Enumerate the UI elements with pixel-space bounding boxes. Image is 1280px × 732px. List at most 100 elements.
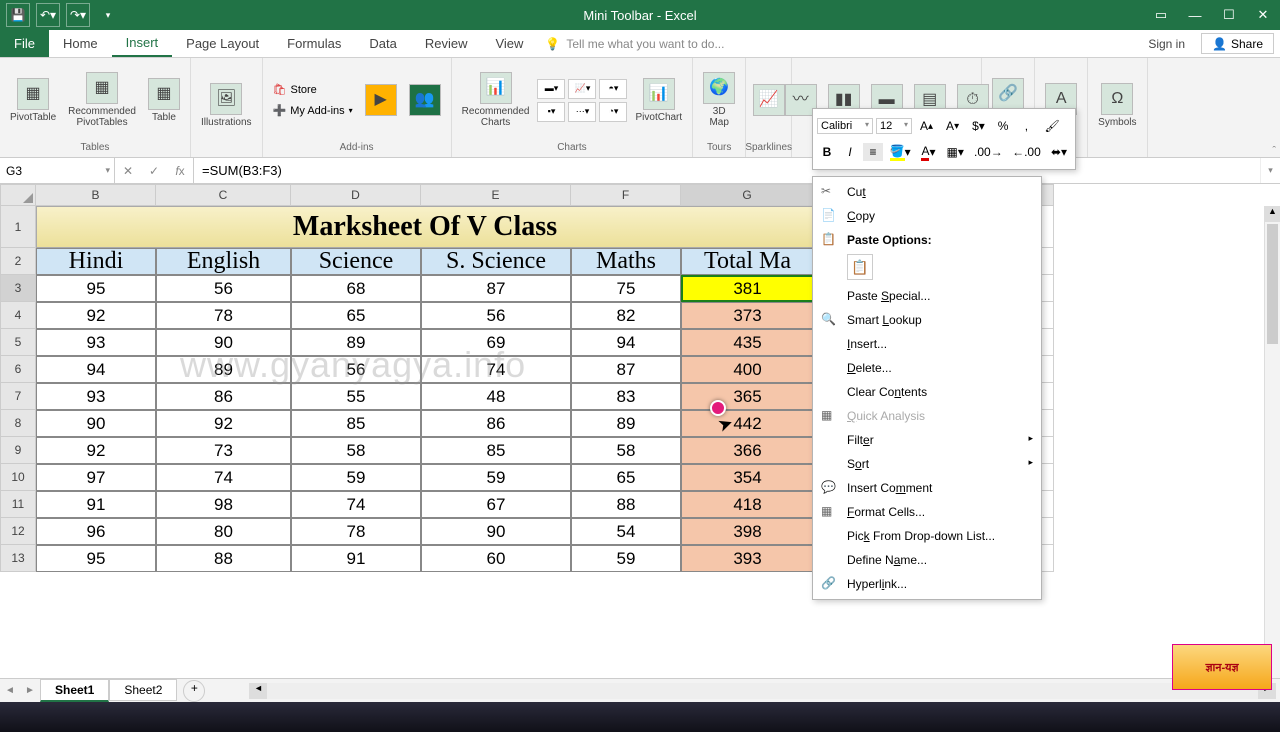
- tab-file[interactable]: File: [0, 30, 49, 57]
- tab-home[interactable]: Home: [49, 30, 112, 57]
- cell[interactable]: 398: [681, 518, 814, 545]
- menu-format-cells[interactable]: ▦Format Cells...: [813, 500, 1041, 524]
- menu-copy[interactable]: 📄Copy: [813, 204, 1041, 228]
- recommended-pivottables-button[interactable]: ▦Recommended PivotTables: [64, 70, 140, 130]
- cell[interactable]: 78: [156, 302, 291, 329]
- cell[interactable]: 82: [571, 302, 681, 329]
- people-addin-button[interactable]: 👥: [405, 82, 445, 118]
- cell[interactable]: 58: [291, 437, 421, 464]
- menu-cut[interactable]: ✂Cut: [813, 180, 1041, 204]
- percent-icon[interactable]: %: [993, 117, 1014, 135]
- col-header-C[interactable]: C: [156, 184, 291, 206]
- cell[interactable]: Hindi: [36, 248, 156, 275]
- sheet-tab-2[interactable]: Sheet2: [109, 679, 177, 701]
- row-header-13[interactable]: 13: [0, 545, 36, 572]
- row-header-1[interactable]: 1: [0, 206, 36, 248]
- cell[interactable]: 94: [571, 329, 681, 356]
- fill-color-icon[interactable]: 🪣▾: [886, 142, 914, 163]
- cell[interactable]: 89: [156, 356, 291, 383]
- sheet-nav-next[interactable]: ►: [20, 685, 40, 696]
- cell[interactable]: 400: [681, 356, 814, 383]
- decrease-decimal-icon[interactable]: ←.00: [1009, 143, 1044, 161]
- col-header-F[interactable]: F: [571, 184, 681, 206]
- cell[interactable]: 75: [571, 275, 681, 302]
- row-header-2[interactable]: 2: [0, 248, 36, 275]
- title-cell[interactable]: Marksheet Of V Class: [36, 206, 814, 248]
- row-header-10[interactable]: 10: [0, 464, 36, 491]
- cancel-formula-icon[interactable]: ✕: [115, 164, 141, 178]
- cell[interactable]: 55: [291, 383, 421, 410]
- cell[interactable]: 67: [421, 491, 571, 518]
- cell[interactable]: 59: [421, 464, 571, 491]
- pivotchart-button[interactable]: 📊PivotChart: [631, 76, 686, 125]
- cell[interactable]: 96: [36, 518, 156, 545]
- menu-smart-lookup[interactable]: 🔍Smart Lookup: [813, 308, 1041, 332]
- col-header-D[interactable]: D: [291, 184, 421, 206]
- name-box[interactable]: G3: [0, 158, 115, 183]
- cell[interactable]: 65: [291, 302, 421, 329]
- cell[interactable]: 90: [36, 410, 156, 437]
- close-icon[interactable]: ✕: [1246, 0, 1280, 30]
- cell[interactable]: 56: [421, 302, 571, 329]
- illustrations-button[interactable]: 🖼Illustrations: [197, 81, 256, 130]
- cell[interactable]: 92: [36, 437, 156, 464]
- enter-formula-icon[interactable]: ✓: [141, 164, 167, 178]
- worksheet[interactable]: BCDEFGJKL 12345678910111213 Marksheet Of…: [0, 184, 1280, 678]
- cell[interactable]: 94: [36, 356, 156, 383]
- mini-font-name[interactable]: Calibri: [817, 118, 873, 134]
- cell[interactable]: 56: [291, 356, 421, 383]
- cell[interactable]: 65: [571, 464, 681, 491]
- cell[interactable]: 59: [291, 464, 421, 491]
- tab-formulas[interactable]: Formulas: [273, 30, 355, 57]
- cell[interactable]: 92: [36, 302, 156, 329]
- cell[interactable]: 91: [291, 545, 421, 572]
- borders-icon[interactable]: ▦▾: [943, 143, 968, 161]
- redo-icon[interactable]: ↷▾: [66, 3, 90, 27]
- cell[interactable]: 393: [681, 545, 814, 572]
- row-header-8[interactable]: 8: [0, 410, 36, 437]
- col-header-B[interactable]: B: [36, 184, 156, 206]
- chart-type-grid[interactable]: ▬▾📈▾◓▾ ▪▾⋯▾◔▾: [537, 79, 627, 122]
- cell[interactable]: 366: [681, 437, 814, 464]
- comma-icon[interactable]: ,: [1016, 117, 1036, 135]
- signin-link[interactable]: Sign in: [1138, 30, 1195, 57]
- currency-icon[interactable]: $▾: [967, 117, 990, 135]
- pivottable-button[interactable]: ▦PivotTable: [6, 76, 60, 125]
- horizontal-scrollbar[interactable]: ◄►: [245, 683, 1280, 699]
- menu-delete[interactable]: Delete...: [813, 356, 1041, 380]
- row-header-7[interactable]: 7: [0, 383, 36, 410]
- cell[interactable]: Maths: [571, 248, 681, 275]
- cell[interactable]: Science: [291, 248, 421, 275]
- paste-option-keep-source[interactable]: 📋: [847, 254, 873, 280]
- cell[interactable]: 85: [291, 410, 421, 437]
- ribbon-options-icon[interactable]: ▭: [1144, 0, 1178, 30]
- cell[interactable]: 373: [681, 302, 814, 329]
- cell[interactable]: 442: [681, 410, 814, 437]
- tab-insert[interactable]: Insert: [112, 30, 173, 57]
- cell[interactable]: 92: [156, 410, 291, 437]
- cell[interactable]: 381: [681, 275, 814, 302]
- cell[interactable]: 54: [571, 518, 681, 545]
- row-header-5[interactable]: 5: [0, 329, 36, 356]
- cell[interactable]: 69: [421, 329, 571, 356]
- expand-formula-icon[interactable]: ▾: [1260, 158, 1280, 183]
- cell[interactable]: 97: [36, 464, 156, 491]
- cell[interactable]: 95: [36, 275, 156, 302]
- cell[interactable]: 418: [681, 491, 814, 518]
- row-header-6[interactable]: 6: [0, 356, 36, 383]
- undo-icon[interactable]: ↶▾: [36, 3, 60, 27]
- cell[interactable]: 89: [291, 329, 421, 356]
- cell[interactable]: 87: [571, 356, 681, 383]
- recommended-charts-button[interactable]: 📊Recommended Charts: [458, 70, 534, 130]
- maximize-icon[interactable]: ☐: [1212, 0, 1246, 30]
- cell[interactable]: 56: [156, 275, 291, 302]
- cell[interactable]: 48: [421, 383, 571, 410]
- cell[interactable]: 98: [156, 491, 291, 518]
- bold-icon[interactable]: B: [817, 143, 837, 161]
- store-button[interactable]: 🛍Store: [269, 81, 357, 98]
- tell-me-search[interactable]: 💡Tell me what you want to do...: [537, 30, 1138, 57]
- row-header-4[interactable]: 4: [0, 302, 36, 329]
- cell[interactable]: 88: [156, 545, 291, 572]
- cell[interactable]: 89: [571, 410, 681, 437]
- menu-paste-special[interactable]: Paste Special...: [813, 284, 1041, 308]
